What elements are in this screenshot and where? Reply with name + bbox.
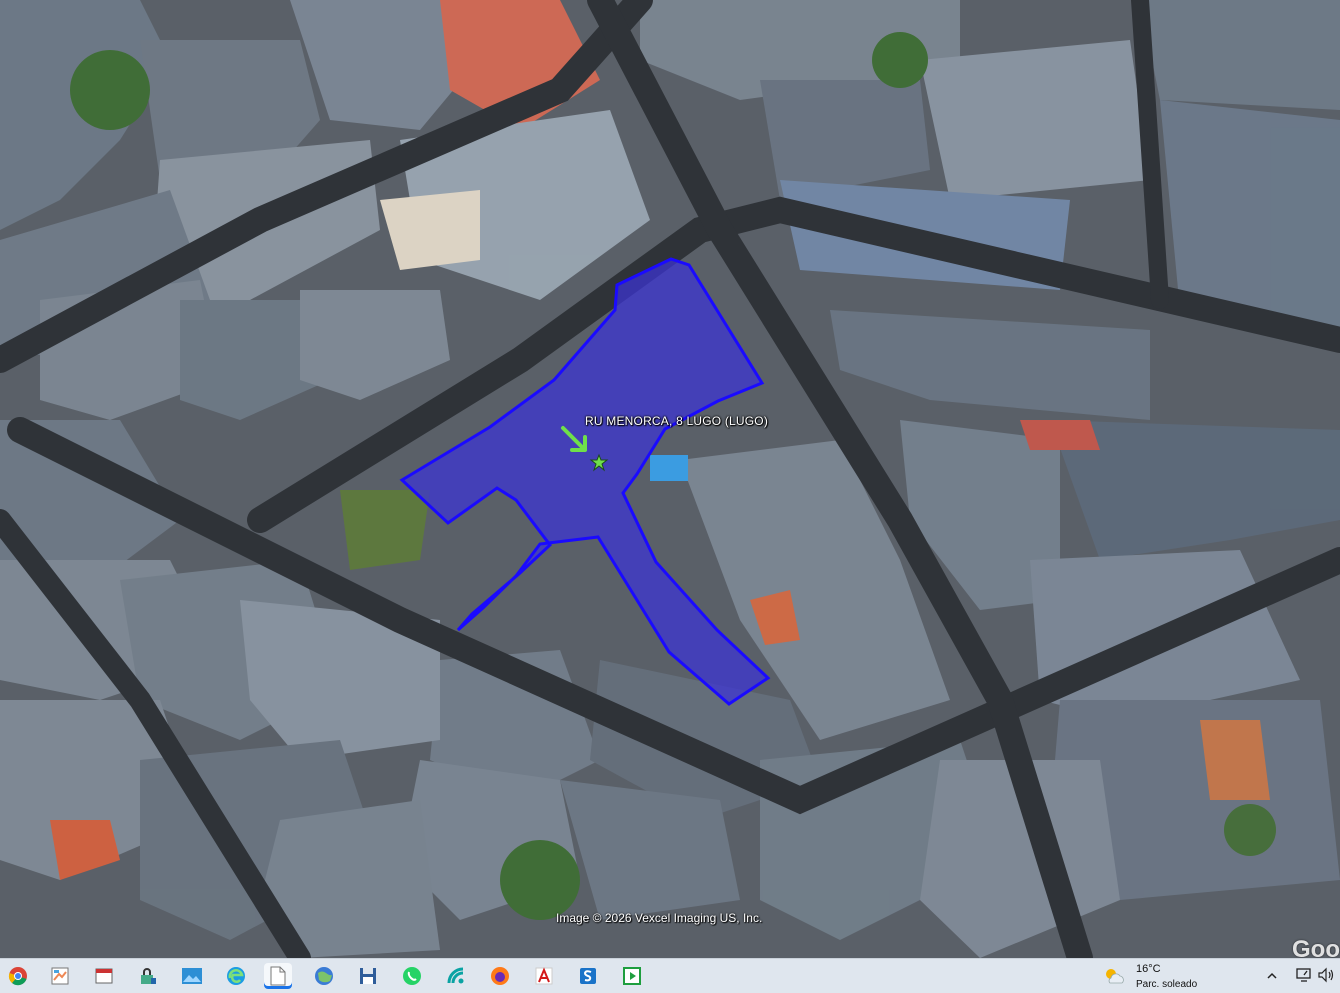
acrobat-icon[interactable] xyxy=(530,963,558,989)
wireless-app-icon[interactable] xyxy=(442,963,470,989)
placemark-label[interactable]: RU MENORCA, 8 LUGO (LUGO) xyxy=(585,414,768,428)
edge-icon[interactable] xyxy=(222,963,250,989)
chrome-icon[interactable] xyxy=(4,963,32,989)
weather-icon[interactable] xyxy=(1102,966,1126,991)
map-viewer[interactable]: RU MENORCA, 8 LUGO (LUGO) Image © 2026 V… xyxy=(0,0,1340,958)
photos-icon[interactable] xyxy=(178,963,206,989)
chevron-up-icon[interactable] xyxy=(1266,969,1278,987)
imagery-credit: Image © 2026 Vexcel Imaging US, Inc. xyxy=(556,911,763,925)
security-lock-icon[interactable] xyxy=(134,963,162,989)
weather-condition[interactable]: Parc. soleado xyxy=(1136,979,1197,990)
firefox-icon[interactable] xyxy=(486,963,514,989)
google-earth-icon[interactable] xyxy=(310,963,338,989)
media-player-icon[interactable] xyxy=(618,963,646,989)
s-app-icon[interactable] xyxy=(574,963,602,989)
floppy-save-icon[interactable] xyxy=(354,963,382,989)
weather-temp[interactable]: 16°C xyxy=(1136,963,1161,975)
maps-app-icon[interactable] xyxy=(46,963,74,989)
aerial-map[interactable] xyxy=(0,0,1340,958)
network-monitor-icon[interactable] xyxy=(1296,967,1312,988)
google-earth-logo: Goo xyxy=(1292,936,1340,958)
presentation-icon[interactable] xyxy=(90,963,118,989)
taskbar: 16°C Parc. soleado xyxy=(0,958,1340,993)
volume-icon[interactable] xyxy=(1318,967,1336,988)
whatsapp-icon[interactable] xyxy=(398,963,426,989)
document-icon[interactable] xyxy=(264,963,292,989)
